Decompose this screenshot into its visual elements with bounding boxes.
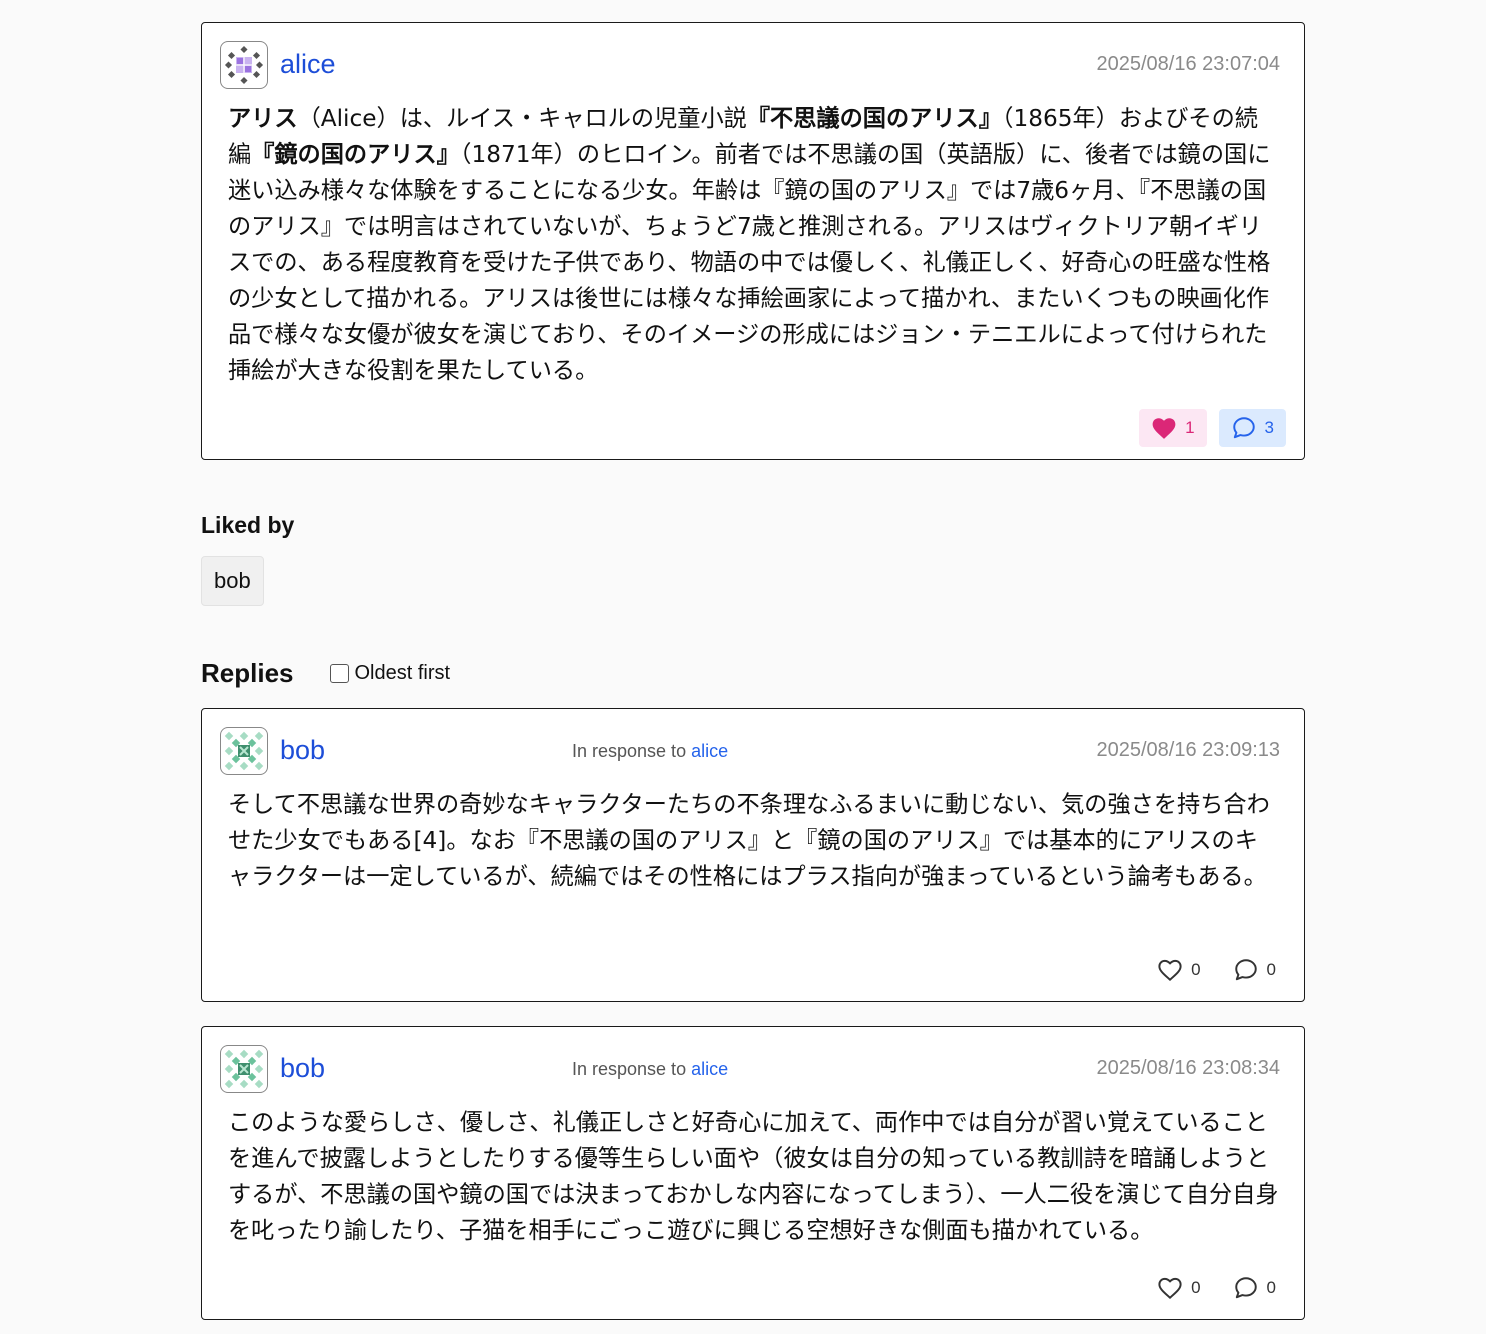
post-actions: 1 3 — [1139, 409, 1286, 447]
avatar[interactable] — [220, 727, 268, 775]
post-card: alice 2025/08/16 23:07:04 アリス（Alice）は、ルイ… — [201, 22, 1305, 460]
liked-by-title: Liked by — [201, 512, 295, 538]
reply-actions: 0 0 — [1147, 951, 1286, 989]
replies-title: Replies — [201, 658, 294, 688]
liked-by-user-chip[interactable]: bob — [201, 556, 264, 606]
post-author-link[interactable]: alice — [280, 49, 336, 80]
page-content: alice 2025/08/16 23:07:04 アリス（Alice）は、ルイ… — [201, 22, 1305, 1320]
reply-card: bob In response to alice 2025/08/16 23:0… — [201, 1026, 1305, 1320]
reply-actions: 0 0 — [1147, 1269, 1286, 1307]
reply-count: 0 — [1266, 1278, 1276, 1297]
post-header: alice 2025/08/16 23:07:04 — [220, 41, 1280, 89]
reply-timestamp: 2025/08/16 23:08:34 — [1096, 1057, 1280, 1079]
speech-bubble-icon — [1232, 417, 1255, 439]
in-response-to-link[interactable]: alice — [691, 741, 728, 761]
reply-count: 0 — [1266, 960, 1276, 979]
heart-outline-icon — [1158, 1277, 1182, 1299]
like-count: 0 — [1191, 960, 1201, 979]
like-count: 0 — [1191, 1278, 1201, 1297]
oldest-first-toggle[interactable]: Oldest first — [329, 662, 451, 685]
reply-timestamp: 2025/08/16 23:09:13 — [1096, 739, 1280, 761]
reply-header: bob In response to alice 2025/08/16 23:0… — [220, 1045, 1280, 1093]
heart-outline-icon — [1158, 959, 1182, 981]
speech-bubble-icon — [1234, 1277, 1257, 1299]
like-count: 1 — [1185, 418, 1195, 437]
in-response-prefix: In response to — [572, 741, 687, 761]
reply-body: このような愛らしさ、優しさ、礼儀正しさと好奇心に加えて、両作中では自分が習い覚え… — [228, 1109, 1279, 1244]
like-button[interactable]: 0 — [1147, 1269, 1210, 1307]
reply-button[interactable]: 3 — [1218, 409, 1286, 447]
reply-body: そして不思議な世界の奇妙なキャラクターたちの不条理なふるまいに動じない、気の強さ… — [228, 791, 1270, 890]
reply-author-link[interactable]: bob — [280, 735, 325, 766]
identicon-avatar-icon — [224, 1049, 264, 1089]
reply-count: 3 — [1264, 418, 1274, 437]
post-body: アリス（Alice）は、ルイス・キャロルの児童小説『不思議の国のアリス』（186… — [228, 105, 1271, 384]
reply-card: bob In response to alice 2025/08/16 23:0… — [201, 708, 1305, 1002]
avatar[interactable] — [220, 1045, 268, 1093]
oldest-first-label: Oldest first — [354, 662, 451, 684]
in-response-prefix: In response to — [572, 1059, 687, 1079]
identicon-avatar-icon — [224, 45, 264, 85]
speech-bubble-icon — [1234, 959, 1257, 981]
reply-button[interactable]: 0 — [1223, 951, 1286, 989]
in-response-to: In response to alice — [572, 1059, 728, 1080]
reply-button[interactable]: 0 — [1223, 1269, 1286, 1307]
avatar[interactable] — [220, 41, 268, 89]
oldest-first-checkbox[interactable] — [329, 664, 349, 683]
in-response-to: In response to alice — [572, 741, 728, 762]
reply-author-link[interactable]: bob — [280, 1053, 325, 1084]
in-response-to-link[interactable]: alice — [691, 1059, 728, 1079]
like-button[interactable]: 1 — [1139, 409, 1207, 447]
post-timestamp: 2025/08/16 23:07:04 — [1096, 53, 1280, 75]
heart-icon — [1152, 418, 1176, 439]
reply-header: bob In response to alice 2025/08/16 23:0… — [220, 727, 1280, 775]
replies-header: Replies Oldest first — [201, 658, 450, 689]
identicon-avatar-icon — [224, 731, 264, 771]
like-button[interactable]: 0 — [1147, 951, 1210, 989]
